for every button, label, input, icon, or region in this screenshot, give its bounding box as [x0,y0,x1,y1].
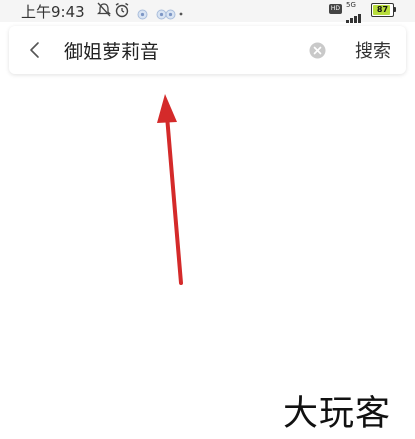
app-notification-icon [165,5,176,24]
annotation-arrow [140,88,200,292]
battery-indicator: 87 [371,3,394,17]
status-time: 上午9:43 [21,3,85,21]
battery-cap [394,7,396,12]
app-notification-icon [137,5,148,24]
signal-strength-icon [346,8,366,27]
more-notifications-icon [179,4,183,23]
watermark-logo: 大玩客 [283,394,392,434]
hd-voice-badge: HD [329,4,342,14]
alarm-off-icon [96,2,112,21]
chevron-left-icon[interactable] [28,41,42,59]
search-input[interactable] [64,36,304,64]
search-button[interactable]: 搜索 [348,35,398,65]
clear-circle-icon[interactable] [309,42,326,59]
status-bar: 上午9:43 HD 5G 87 [0,0,415,24]
alarm-icon [114,2,130,22]
search-bar: 搜索 [9,26,406,74]
battery-level: 87 [376,5,389,14]
